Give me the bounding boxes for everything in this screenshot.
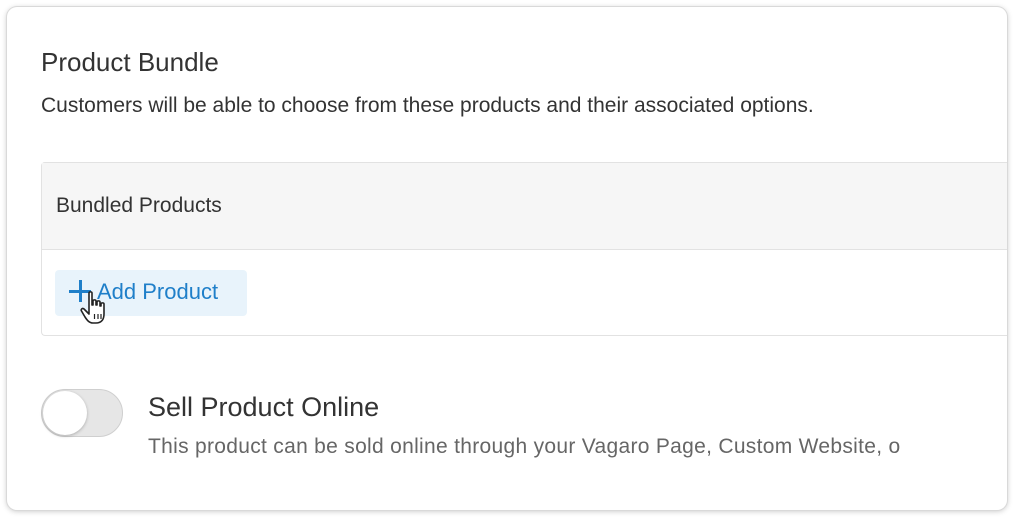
bundled-products-header-label: Bundled Products [56, 194, 222, 217]
section-title: Product Bundle [41, 47, 219, 77]
bundled-products-header: Bundled Products [42, 163, 1007, 250]
hand-pointer-cursor-icon [80, 291, 105, 324]
sell-online-title: Sell Product Online [148, 392, 380, 422]
product-settings-panel: Product Bundle Customers will be able to… [7, 7, 1007, 510]
bundled-products-table: Bundled Products Add Product [41, 162, 1007, 336]
section-description: Customers will be able to choose from th… [41, 94, 814, 117]
sell-online-description: This product can be sold online through … [148, 435, 901, 458]
toggle-knob [43, 391, 87, 435]
add-product-label: Add Product [97, 279, 219, 304]
sell-online-toggle[interactable] [41, 389, 123, 437]
